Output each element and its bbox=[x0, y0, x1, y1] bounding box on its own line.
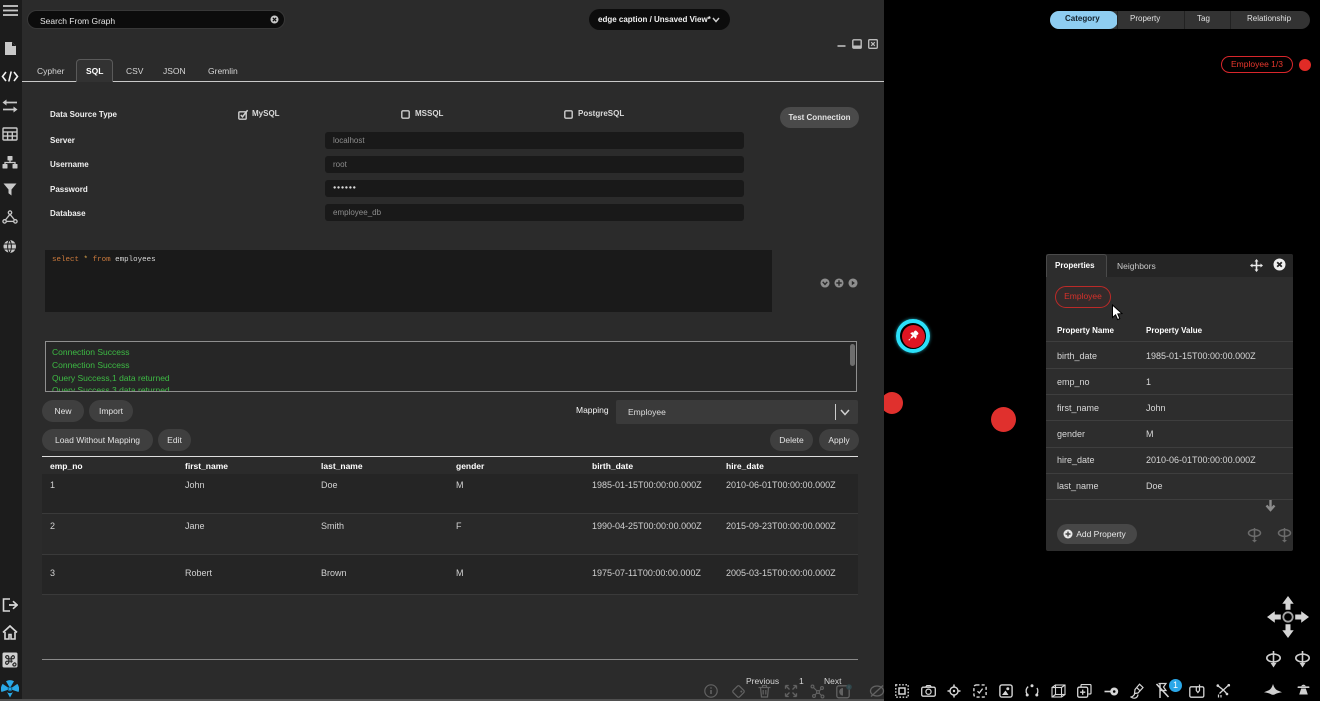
svg-text:i: i bbox=[849, 684, 850, 689]
